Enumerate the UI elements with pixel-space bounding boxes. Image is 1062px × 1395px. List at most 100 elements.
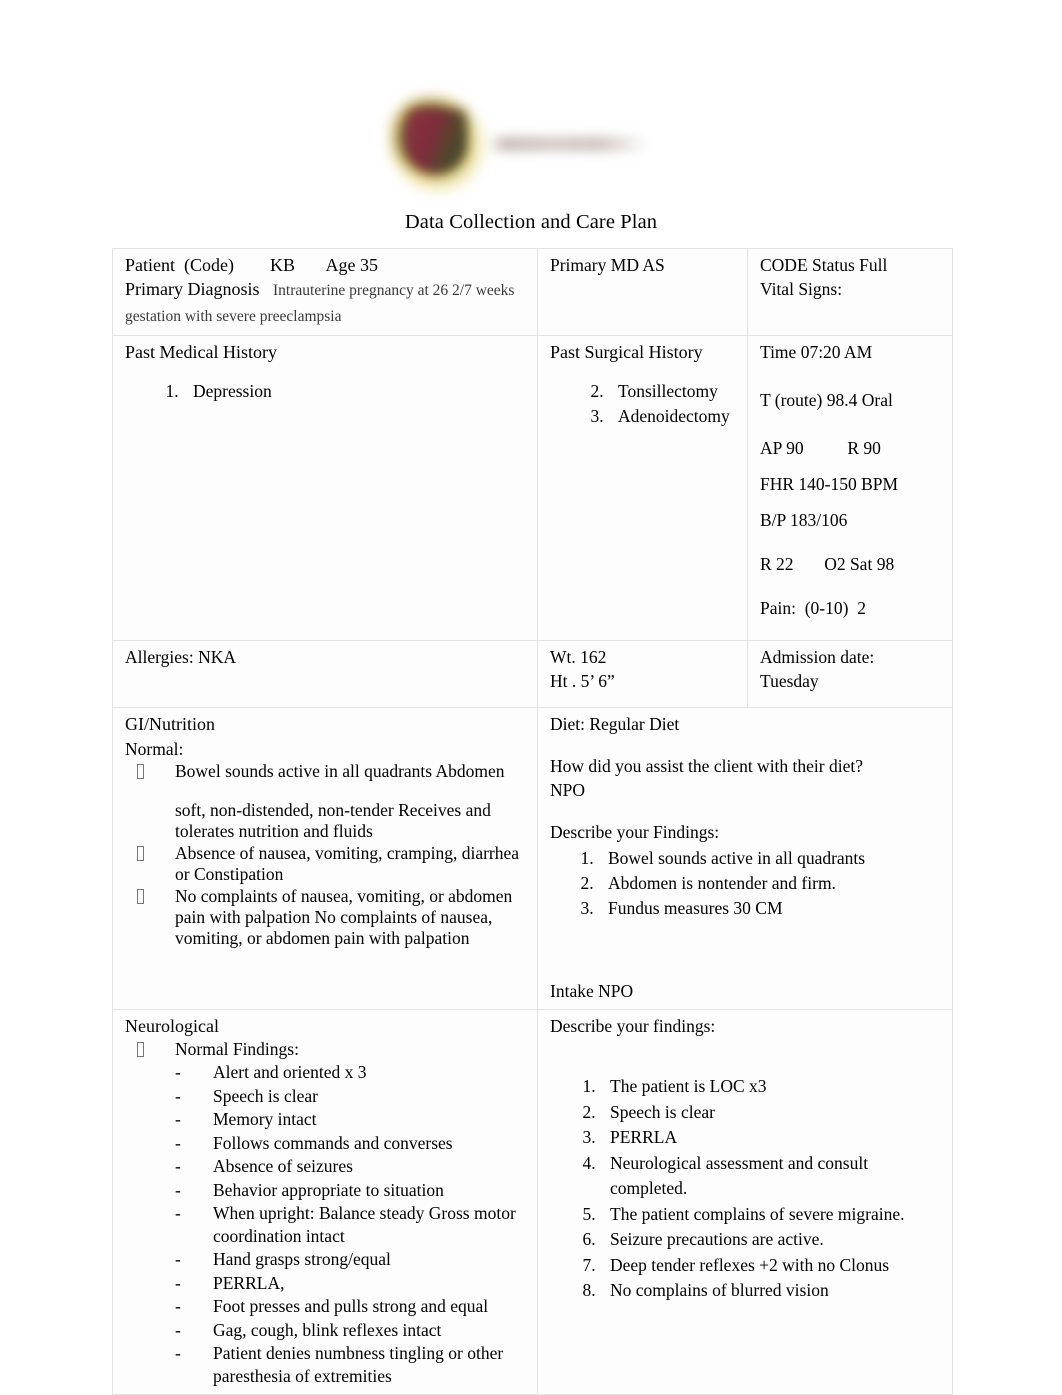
code-status: CODE Status Full	[760, 255, 888, 275]
list-item: - Foot presses and pulls strong and equal	[175, 1295, 527, 1318]
list-item: Bowel sounds active in all quadrants Abd…	[125, 761, 527, 842]
list-item: - Hand grasps strong/equal	[175, 1248, 527, 1271]
cell-neurological-findings: Describe your findings: The patient is L…	[537, 1009, 953, 1395]
dash-icon: -	[175, 1319, 181, 1340]
list-item-text: Patient denies numbness tingling or othe…	[213, 1343, 504, 1386]
list-item: No complaints of nausea, vomiting, or ab…	[125, 886, 527, 949]
past-surgical-history-list: Tonsillectomy Adenoidectomy	[550, 379, 737, 428]
table-row-identification: Patient (Code) KB Age 35 Primary Diagnos…	[112, 248, 953, 336]
cell-past-surgical-history: Past Surgical History Tonsillectomy Aden…	[537, 335, 748, 641]
vital-ap-r-line: AP 90 R 90	[760, 436, 942, 460]
list-item-text: Foot presses and pulls strong and equal	[213, 1296, 489, 1316]
bullet-box-icon	[137, 889, 144, 904]
list-item-text: Follows commands and converses	[213, 1132, 453, 1153]
list-item: Bowel sounds active in all quadrants	[598, 846, 942, 871]
list-item-text: Speech is clear	[213, 1085, 318, 1106]
dash-icon: -	[175, 1156, 181, 1176]
vital-r-pulse: R 90	[847, 438, 881, 458]
vital-respiration-o2-line: R 22 O2 Sat 98	[760, 552, 942, 576]
diet-label: Diet: Regular Diet	[550, 714, 680, 734]
list-item: Absence of nausea, vomiting, cramping, d…	[125, 843, 527, 885]
dash-icon: -	[175, 1085, 181, 1106]
table-row-gi-nutrition: GI/Nutrition Normal: Bowel sounds active…	[112, 707, 953, 1010]
dash-icon: -	[175, 1109, 181, 1129]
dash-icon: -	[175, 1179, 181, 1200]
list-item: - Follows commands and converses	[175, 1132, 527, 1155]
past-medical-history-list: Depression	[125, 379, 527, 403]
list-item-text: Normal Findings:	[175, 1039, 299, 1059]
list-item: PERRLA	[600, 1125, 942, 1151]
list-item: No complains of blurred vision	[600, 1278, 942, 1304]
diet-assist-answer: NPO	[550, 780, 586, 800]
list-item: - Memory intact	[175, 1108, 527, 1131]
cell-primary-md: Primary MD AS	[537, 248, 748, 336]
cell-vital-signs: Time 07:20 AM T (route) 98.4 Oral AP 90 …	[747, 335, 953, 641]
vital-ap: AP 90	[760, 438, 804, 458]
cell-patient-identification: Patient (Code) KB Age 35 Primary Diagnos…	[112, 248, 538, 336]
care-plan-table: Patient (Code) KB Age 35 Primary Diagnos…	[112, 248, 953, 1395]
list-item: - Speech is clear	[175, 1085, 527, 1108]
list-item-text: No complaints of nausea, vomiting, or ab…	[175, 886, 513, 948]
admission-date-value: Tuesday	[760, 671, 819, 691]
list-item: Abdomen is nontender and firm.	[598, 871, 942, 896]
list-item: Speech is clear	[600, 1100, 942, 1126]
vital-pain: Pain: (0-10) 2	[760, 598, 866, 618]
gi-normal-bullet-list: Bowel sounds active in all quadrants Abd…	[125, 761, 527, 949]
table-row-allergies: Allergies: NKA Wt. 162 Ht . 5’ 6” Admiss…	[112, 640, 953, 708]
neurological-normal-list: Normal Findings:	[125, 1039, 527, 1060]
cell-gi-nutrition: GI/Nutrition Normal: Bowel sounds active…	[112, 707, 538, 1010]
cell-code-status: CODE Status Full Vital Signs:	[747, 248, 953, 336]
vital-bp: B/P 183/106	[760, 510, 848, 530]
patient-age: Age 35	[325, 255, 379, 275]
list-item: Normal Findings:	[125, 1039, 527, 1060]
primary-diagnosis-line: Primary Diagnosis Intrauterine pregnancy…	[125, 277, 527, 329]
gi-nutrition-label: GI/Nutrition	[125, 714, 215, 734]
vital-o2-sat: O2 Sat 98	[824, 554, 895, 574]
list-item: Neurological assessment and consult comp…	[600, 1151, 942, 1202]
list-item-text: Bowel sounds active in all quadrants Abd…	[175, 761, 505, 781]
list-item: Adenoidectomy	[608, 404, 737, 428]
vital-signs-label: Vital Signs:	[760, 279, 843, 299]
cell-admission-date: Admission date: Tuesday	[747, 640, 953, 708]
cell-diet-findings: Diet: Regular Diet How did you assist th…	[537, 707, 953, 1010]
dash-icon: -	[175, 1062, 181, 1082]
shield-core-icon	[408, 110, 466, 174]
neurological-describe-label: Describe your findings:	[550, 1016, 716, 1036]
list-item-text: Alert and oriented x 3	[213, 1062, 367, 1082]
list-item-text: Memory intact	[213, 1109, 317, 1129]
height: Ht . 5’ 6”	[550, 671, 615, 691]
list-item-text: PERRLA,	[213, 1272, 285, 1293]
primary-diagnosis-label: Primary Diagnosis	[125, 279, 260, 299]
list-item: - Absence of seizures	[175, 1155, 527, 1178]
patient-identification-line: Patient (Code) KB Age 35	[125, 253, 527, 277]
neurological-describe-list: The patient is LOC x3 Speech is clear PE…	[550, 1074, 942, 1304]
list-item-text: When upright: Balance steady Gross motor…	[213, 1203, 516, 1246]
list-item: Tonsillectomy	[608, 379, 737, 403]
list-item: The patient is LOC x3	[600, 1074, 942, 1100]
list-item: - Behavior appropriate to situation	[175, 1179, 527, 1202]
page-title: Data Collection and Care Plan	[404, 211, 658, 233]
past-surgical-history-label: Past Surgical History	[550, 342, 703, 362]
list-item: Fundus measures 30 CM	[598, 896, 942, 921]
logo-wordmark-line2	[488, 136, 648, 152]
primary-md: Primary MD AS	[550, 255, 665, 275]
weight: Wt. 162	[550, 647, 607, 667]
neurological-findings-dash-list: - Alert and oriented x 3 - Speech is clear…	[125, 1061, 527, 1387]
institution-logo	[0, 96, 1062, 196]
cell-neurological: Neurological Normal Findings: - Alert and…	[112, 1009, 538, 1395]
list-item: Deep tender reflexes +2 with no Clonus	[600, 1253, 942, 1279]
neurological-label: Neurological	[125, 1016, 219, 1036]
list-item: - PERRLA,	[175, 1272, 527, 1295]
diet-assist-question: How did you assist the client with their…	[550, 756, 864, 776]
list-item-text: Gag, cough, blink reflexes intact	[213, 1319, 442, 1340]
dash-icon: -	[175, 1203, 181, 1223]
gi-findings-list: Bowel sounds active in all quadrants Abd…	[550, 846, 942, 921]
gi-findings-label: Describe your Findings:	[550, 822, 720, 842]
vital-time: Time 07:20 AM	[760, 342, 873, 362]
gi-normal-label: Normal:	[125, 739, 184, 759]
bullet-box-icon	[137, 1042, 144, 1057]
list-item: Seizure precautions are active.	[600, 1227, 942, 1253]
cell-past-medical-history: Past Medical History Depression	[112, 335, 538, 641]
bullet-box-icon	[137, 846, 144, 861]
past-medical-history-label: Past Medical History	[125, 342, 277, 362]
